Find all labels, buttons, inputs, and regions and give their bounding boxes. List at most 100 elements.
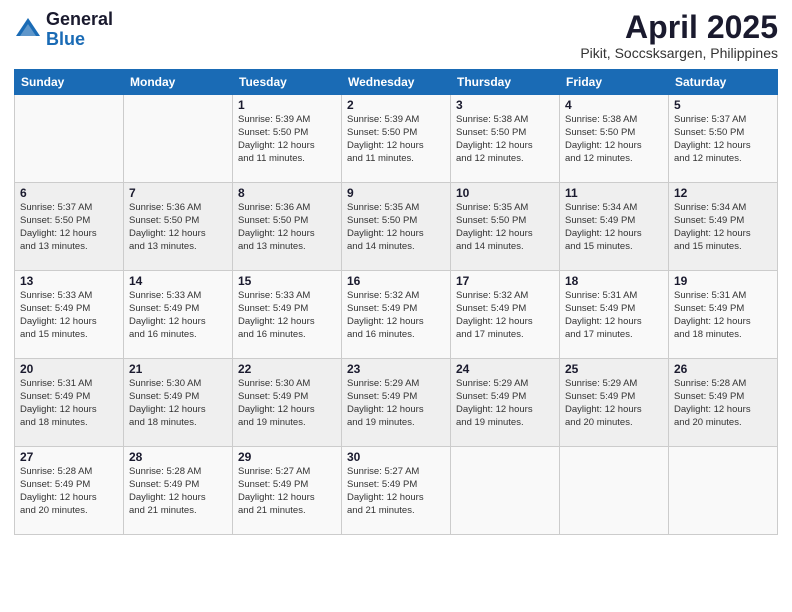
day-info: Sunrise: 5:30 AM Sunset: 5:49 PM Dayligh… [129, 378, 227, 429]
day-number: 14 [129, 274, 227, 288]
day-cell: 7 Sunrise: 5:36 AM Sunset: 5:50 PM Daylig… [124, 183, 233, 271]
day-cell: 16 Sunrise: 5:32 AM Sunset: 5:49 PM Dayli… [342, 271, 451, 359]
weekday-header-wednesday: Wednesday [342, 70, 451, 95]
week-row-1: 1 Sunrise: 5:39 AM Sunset: 5:50 PM Daylig… [15, 95, 778, 183]
day-info: Sunrise: 5:28 AM Sunset: 5:49 PM Dayligh… [129, 466, 227, 517]
day-cell: 18 Sunrise: 5:31 AM Sunset: 5:49 PM Dayli… [560, 271, 669, 359]
day-info: Sunrise: 5:33 AM Sunset: 5:49 PM Dayligh… [129, 290, 227, 341]
day-cell: 28 Sunrise: 5:28 AM Sunset: 5:49 PM Dayli… [124, 447, 233, 535]
day-cell: 15 Sunrise: 5:33 AM Sunset: 5:49 PM Dayli… [233, 271, 342, 359]
weekday-header-thursday: Thursday [451, 70, 560, 95]
day-number: 20 [20, 362, 118, 376]
day-info: Sunrise: 5:33 AM Sunset: 5:49 PM Dayligh… [238, 290, 336, 341]
day-info: Sunrise: 5:31 AM Sunset: 5:49 PM Dayligh… [565, 290, 663, 341]
day-cell: 30 Sunrise: 5:27 AM Sunset: 5:49 PM Dayli… [342, 447, 451, 535]
day-info: Sunrise: 5:29 AM Sunset: 5:49 PM Dayligh… [565, 378, 663, 429]
day-info: Sunrise: 5:29 AM Sunset: 5:49 PM Dayligh… [456, 378, 554, 429]
day-cell: 10 Sunrise: 5:35 AM Sunset: 5:50 PM Dayli… [451, 183, 560, 271]
day-number: 19 [674, 274, 772, 288]
weekday-header-friday: Friday [560, 70, 669, 95]
day-cell: 17 Sunrise: 5:32 AM Sunset: 5:49 PM Dayli… [451, 271, 560, 359]
day-cell: 22Sunrise: 5:30 AM Sunset: 5:49 PM Dayli… [233, 359, 342, 447]
day-cell [560, 447, 669, 535]
day-number: 25 [565, 362, 663, 376]
day-info: Sunrise: 5:32 AM Sunset: 5:49 PM Dayligh… [347, 290, 445, 341]
day-info: Sunrise: 5:39 AM Sunset: 5:50 PM Dayligh… [238, 114, 336, 165]
week-row-2: 6 Sunrise: 5:37 AM Sunset: 5:50 PM Daylig… [15, 183, 778, 271]
day-info: Sunrise: 5:28 AM Sunset: 5:49 PM Dayligh… [674, 378, 772, 429]
day-number: 29 [238, 450, 336, 464]
day-number: 11 [565, 186, 663, 200]
day-info: Sunrise: 5:32 AM Sunset: 5:49 PM Dayligh… [456, 290, 554, 341]
day-cell: 14 Sunrise: 5:33 AM Sunset: 5:49 PM Dayli… [124, 271, 233, 359]
location: Pikit, Soccsksargen, Philippines [580, 45, 778, 61]
day-info: Sunrise: 5:28 AM Sunset: 5:49 PM Dayligh… [20, 466, 118, 517]
day-cell: 9 Sunrise: 5:35 AM Sunset: 5:50 PM Daylig… [342, 183, 451, 271]
calendar: SundayMondayTuesdayWednesdayThursdayFrid… [14, 69, 778, 535]
day-info: Sunrise: 5:27 AM Sunset: 5:49 PM Dayligh… [238, 466, 336, 517]
header: General Blue April 2025 Pikit, Soccsksar… [14, 10, 778, 61]
week-row-4: 20 Sunrise: 5:31 AM Sunset: 5:49 PM Dayli… [15, 359, 778, 447]
logo-general: General [46, 10, 113, 30]
day-number: 12 [674, 186, 772, 200]
day-cell [669, 447, 778, 535]
day-number: 15 [238, 274, 336, 288]
day-number: 30 [347, 450, 445, 464]
day-cell: 3Sunrise: 5:38 AM Sunset: 5:50 PM Daylig… [451, 95, 560, 183]
week-row-3: 13 Sunrise: 5:33 AM Sunset: 5:49 PM Dayli… [15, 271, 778, 359]
day-number: 16 [347, 274, 445, 288]
day-number: 9 [347, 186, 445, 200]
day-number: 4 [565, 98, 663, 112]
day-info: Sunrise: 5:36 AM Sunset: 5:50 PM Dayligh… [129, 202, 227, 253]
day-info: Sunrise: 5:29 AM Sunset: 5:49 PM Dayligh… [347, 378, 445, 429]
logo-text: General Blue [46, 10, 113, 50]
day-number: 1 [238, 98, 336, 112]
day-cell: 4Sunrise: 5:38 AM Sunset: 5:50 PM Daylig… [560, 95, 669, 183]
day-cell: 5Sunrise: 5:37 AM Sunset: 5:50 PM Daylig… [669, 95, 778, 183]
day-cell: 21 Sunrise: 5:30 AM Sunset: 5:49 PM Dayli… [124, 359, 233, 447]
day-info: Sunrise: 5:34 AM Sunset: 5:49 PM Dayligh… [565, 202, 663, 253]
logo-blue: Blue [46, 30, 113, 50]
day-number: 8 [238, 186, 336, 200]
weekday-header-saturday: Saturday [669, 70, 778, 95]
day-number: 28 [129, 450, 227, 464]
day-cell [451, 447, 560, 535]
day-number: 17 [456, 274, 554, 288]
day-info: Sunrise: 5:31 AM Sunset: 5:49 PM Dayligh… [20, 378, 118, 429]
day-number: 24 [456, 362, 554, 376]
title-block: April 2025 Pikit, Soccsksargen, Philippi… [580, 10, 778, 61]
day-cell: 2 Sunrise: 5:39 AM Sunset: 5:50 PM Daylig… [342, 95, 451, 183]
day-cell: 25 Sunrise: 5:29 AM Sunset: 5:49 PM Dayli… [560, 359, 669, 447]
day-info: Sunrise: 5:38 AM Sunset: 5:50 PM Dayligh… [456, 114, 554, 165]
day-cell: 23 Sunrise: 5:29 AM Sunset: 5:49 PM Dayli… [342, 359, 451, 447]
day-cell: 26 Sunrise: 5:28 AM Sunset: 5:49 PM Dayli… [669, 359, 778, 447]
day-number: 10 [456, 186, 554, 200]
day-number: 23 [347, 362, 445, 376]
day-number: 6 [20, 186, 118, 200]
day-info: Sunrise: 5:35 AM Sunset: 5:50 PM Dayligh… [456, 202, 554, 253]
day-info: Sunrise: 5:37 AM Sunset: 5:50 PM Dayligh… [674, 114, 772, 165]
logo: General Blue [14, 10, 113, 50]
day-number: 27 [20, 450, 118, 464]
day-cell: 11 Sunrise: 5:34 AM Sunset: 5:49 PM Dayli… [560, 183, 669, 271]
day-info: Sunrise: 5:37 AM Sunset: 5:50 PM Dayligh… [20, 202, 118, 253]
day-info: Sunrise: 5:35 AM Sunset: 5:50 PM Dayligh… [347, 202, 445, 253]
day-cell: 1 Sunrise: 5:39 AM Sunset: 5:50 PM Daylig… [233, 95, 342, 183]
day-cell: 13 Sunrise: 5:33 AM Sunset: 5:49 PM Dayli… [15, 271, 124, 359]
day-number: 21 [129, 362, 227, 376]
day-number: 13 [20, 274, 118, 288]
page: General Blue April 2025 Pikit, Soccsksar… [0, 0, 792, 612]
day-cell: 29 Sunrise: 5:27 AM Sunset: 5:49 PM Dayli… [233, 447, 342, 535]
day-info: Sunrise: 5:39 AM Sunset: 5:50 PM Dayligh… [347, 114, 445, 165]
day-info: Sunrise: 5:33 AM Sunset: 5:49 PM Dayligh… [20, 290, 118, 341]
week-row-5: 27 Sunrise: 5:28 AM Sunset: 5:49 PM Dayli… [15, 447, 778, 535]
day-number: 2 [347, 98, 445, 112]
day-cell [124, 95, 233, 183]
month-title: April 2025 [580, 10, 778, 45]
weekday-header-tuesday: Tuesday [233, 70, 342, 95]
day-number: 7 [129, 186, 227, 200]
day-number: 26 [674, 362, 772, 376]
day-info: Sunrise: 5:27 AM Sunset: 5:49 PM Dayligh… [347, 466, 445, 517]
day-info: Sunrise: 5:31 AM Sunset: 5:49 PM Dayligh… [674, 290, 772, 341]
day-number: 18 [565, 274, 663, 288]
